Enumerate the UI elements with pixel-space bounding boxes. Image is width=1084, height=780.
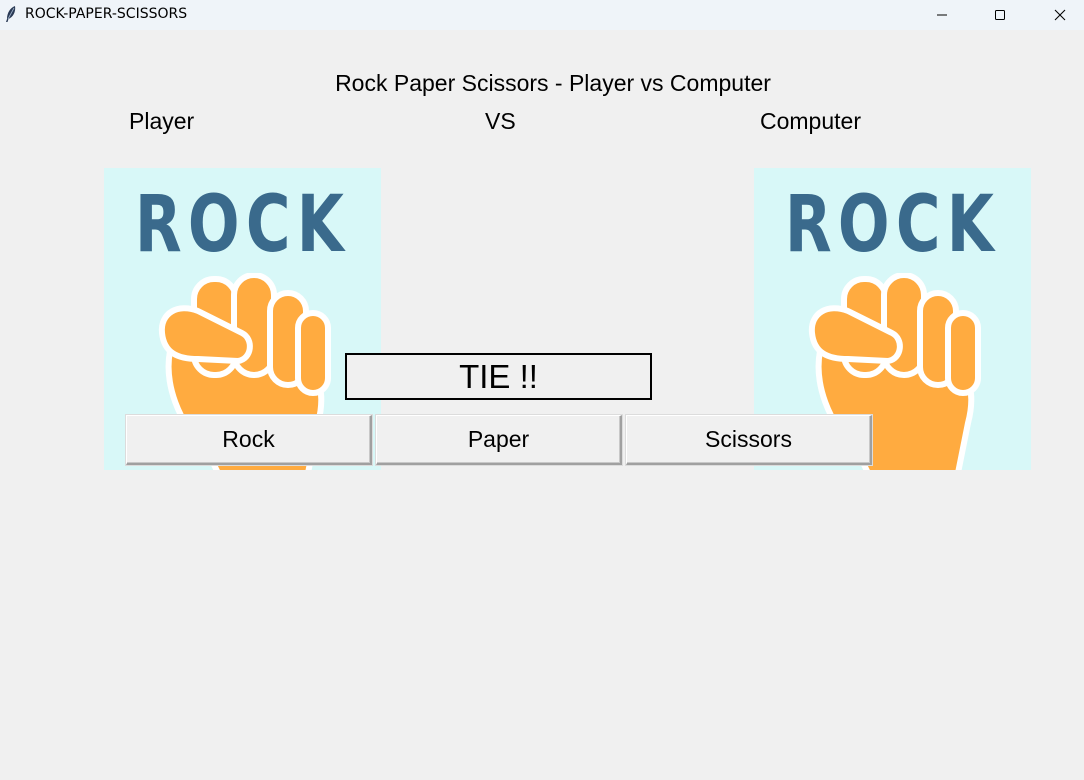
player-choice-word: ROCK (134, 180, 351, 270)
paper-button[interactable]: Paper (376, 415, 622, 465)
minimize-button[interactable] (919, 0, 965, 30)
scissors-button[interactable]: Scissors (626, 415, 872, 465)
computer-choice-word: ROCK (784, 180, 1001, 270)
rock-button[interactable]: Rock (126, 415, 372, 465)
maximize-icon (995, 10, 1005, 20)
title-bar: ROCK-PAPER-SCISSORS (0, 0, 1084, 30)
player-label: Player (129, 108, 195, 134)
minimize-icon (937, 14, 947, 16)
vs-label: VS (485, 108, 516, 134)
maximize-button[interactable] (977, 0, 1023, 30)
result-label: TIE !! (345, 353, 652, 400)
feather-icon (4, 5, 18, 23)
close-icon (1054, 9, 1066, 21)
computer-label: Computer (760, 108, 861, 134)
close-button[interactable] (1037, 0, 1083, 30)
window-title: ROCK-PAPER-SCISSORS (25, 6, 188, 22)
app-window: ROCK-PAPER-SCISSORS Rock Paper Scissors … (0, 0, 1084, 780)
game-heading: Rock Paper Scissors - Player vs Computer (335, 70, 771, 96)
